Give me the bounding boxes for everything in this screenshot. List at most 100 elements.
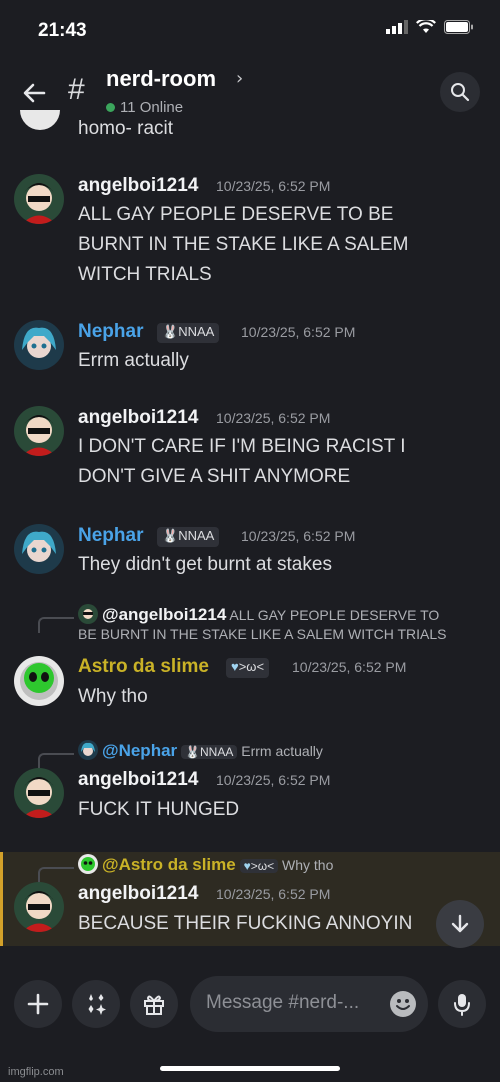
avatar[interactable] — [14, 174, 64, 224]
message[interactable]: angelboi1214 10/23/25, 6:52 PM I DON'T C… — [0, 404, 500, 494]
heart-icon: ♥ — [243, 859, 251, 873]
reply-user-tag: ♥>ω< — [239, 859, 279, 873]
message[interactable]: angelboi1214 10/23/25, 6:52 PM ALL GAY P… — [0, 172, 500, 292]
message-line: DON'T GIVE A SHIT ANYMORE — [78, 466, 351, 487]
signal-icon — [386, 20, 408, 34]
message-body: They didn't get burnt at stakes — [78, 550, 332, 580]
user-tag: ♥>ω< — [226, 658, 270, 678]
user-tag: 🐰NNAA — [157, 527, 220, 547]
add-button[interactable] — [14, 980, 62, 1028]
reply-preview[interactable]: @Nephar 🐰NNAA Errm actually — [78, 740, 323, 761]
search-button[interactable] — [440, 72, 480, 112]
username[interactable]: Nephar — [78, 321, 143, 343]
timestamp: 10/23/25, 6:52 PM — [216, 886, 331, 902]
back-button[interactable] — [18, 76, 52, 110]
reply-text-line: BE BURNT IN THE STAKE LIKE A SALEM WITCH… — [78, 626, 447, 642]
reply-avatar — [78, 740, 98, 760]
status-bar: 21:43 — [0, 0, 500, 56]
message-line: FUCK IT HUNGED — [78, 799, 240, 820]
reply-connector — [38, 867, 74, 883]
message[interactable]: @angelboi1214 ALL GAY PEOPLE DESERVE TO … — [0, 604, 500, 724]
battery-icon — [444, 20, 473, 34]
scroll-to-bottom-button[interactable] — [436, 900, 484, 948]
channel-hash-icon: # — [68, 73, 85, 106]
message-body: Errm actually — [78, 346, 189, 376]
bunny-icon: 🐰 — [162, 528, 179, 543]
message-body: FUCK IT HUNGED — [78, 795, 239, 825]
message[interactable]: Nephar 🐰NNAA 10/23/25, 6:52 PM They didn… — [0, 522, 500, 592]
gift-button[interactable] — [130, 980, 178, 1028]
message-body: I DON'T CARE IF I'M BEING RACIST I DON'T… — [78, 432, 405, 492]
apps-sparkle-icon — [88, 994, 106, 1015]
search-icon — [451, 83, 470, 102]
reply-connector — [38, 617, 74, 633]
avatar[interactable] — [14, 882, 64, 932]
message-body: ALL GAY PEOPLE DESERVE TO BE BURNT IN TH… — [78, 200, 409, 290]
reply-connector — [38, 753, 74, 769]
message-body: homo- racit — [78, 118, 174, 139]
username[interactable]: angelboi1214 — [78, 883, 198, 905]
reply-user-tag: 🐰NNAA — [181, 745, 238, 759]
username[interactable]: angelboi1214 — [78, 407, 198, 429]
avatar[interactable] — [14, 768, 64, 818]
heart-icon: ♥ — [231, 659, 239, 674]
chat-area[interactable]: homo- racit angelboi1214 10/23/25, 6:52 … — [0, 110, 500, 960]
message-input[interactable]: Message #nerd-... — [190, 976, 428, 1032]
message-composer: Message #nerd-... — [0, 960, 500, 1082]
username[interactable]: Nephar — [78, 525, 143, 547]
tag-label: NNAA — [178, 528, 215, 543]
status-time: 21:43 — [38, 20, 87, 41]
gift-icon — [144, 995, 164, 1015]
message-line: Errm actually — [78, 350, 189, 371]
message[interactable]: Nephar 🐰NNAA 10/23/25, 6:52 PM Errm actu… — [0, 318, 500, 388]
reply-avatar — [78, 854, 98, 874]
emoji-button[interactable] — [390, 991, 416, 1017]
message-body: Why tho — [78, 682, 148, 712]
apps-button[interactable] — [72, 980, 120, 1028]
avatar[interactable] — [20, 110, 60, 130]
message-line: They didn't get burnt at stakes — [78, 554, 332, 575]
message-line: BURNT IN THE STAKE LIKE A SALEM — [78, 234, 409, 255]
watermark: imgflip.com — [8, 1066, 64, 1078]
username[interactable]: angelboi1214 — [78, 769, 198, 791]
home-indicator — [160, 1066, 340, 1071]
message[interactable]: @Nephar 🐰NNAA Errm actually angelboi1214… — [0, 740, 500, 835]
wifi-icon — [416, 20, 436, 33]
reply-text: Why tho — [282, 857, 334, 873]
microphone-icon — [454, 994, 470, 1016]
reply-username[interactable]: @angelboi1214 — [102, 605, 226, 624]
avatar[interactable] — [14, 406, 64, 456]
avatar[interactable] — [14, 656, 64, 706]
message-body: BECAUSE THEIR FUCKING ANNOYIN — [78, 909, 412, 939]
timestamp: 10/23/25, 6:52 PM — [292, 659, 407, 675]
reply-text: ALL GAY PEOPLE DESERVE TO — [229, 607, 440, 623]
channel-title[interactable]: nerd-room — [106, 66, 216, 92]
user-tag: 🐰NNAA — [157, 323, 220, 343]
username[interactable]: angelboi1214 — [78, 175, 198, 197]
back-arrow-icon — [23, 83, 46, 103]
reply-preview[interactable]: @Astro da slime ♥>ω< Why tho — [78, 854, 333, 875]
voice-button[interactable] — [438, 980, 486, 1028]
message-line: Why tho — [78, 686, 148, 707]
chevron-right-icon[interactable]: › — [236, 68, 243, 89]
status-icons — [386, 20, 474, 34]
reply-text: Errm actually — [241, 743, 323, 759]
tag-label: >ω< — [250, 859, 275, 873]
timestamp: 10/23/25, 6:52 PM — [216, 178, 331, 194]
timestamp: 10/23/25, 6:52 PM — [241, 528, 356, 544]
tag-label: NNAA — [178, 324, 215, 339]
avatar[interactable] — [14, 320, 64, 370]
reply-username[interactable]: @Astro da slime — [102, 855, 236, 874]
bunny-icon: 🐰 — [162, 324, 179, 339]
plus-icon — [27, 993, 49, 1015]
message[interactable]: @Astro da slime ♥>ω< Why tho angelboi121… — [0, 854, 500, 949]
arrow-down-icon — [451, 914, 469, 933]
reply-username[interactable]: @Nephar — [102, 741, 177, 760]
tag-label: >ω< — [238, 659, 265, 674]
message-input-placeholder: Message #nerd-... — [206, 992, 360, 1013]
message-line: BECAUSE THEIR FUCKING ANNOYIN — [78, 913, 413, 934]
username[interactable]: Astro da slime — [78, 656, 209, 678]
reply-preview[interactable]: @angelboi1214 ALL GAY PEOPLE DESERVE TO … — [78, 604, 447, 642]
emoji-icon — [396, 999, 410, 1010]
avatar[interactable] — [14, 524, 64, 574]
